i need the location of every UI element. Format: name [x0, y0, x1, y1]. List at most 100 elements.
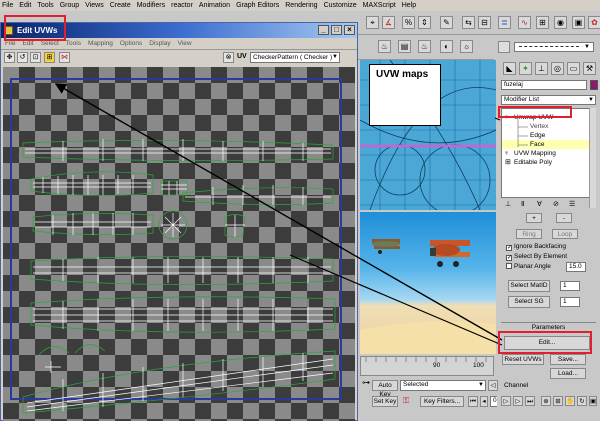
step-back-icon[interactable]: ◂: [480, 396, 488, 407]
next-frame-icon[interactable]: ▷: [513, 396, 523, 406]
play-icon[interactable]: ▷: [501, 396, 511, 406]
camera-icon[interactable]: ◐: [440, 40, 453, 53]
schematic-view-icon[interactable]: ⊞: [536, 16, 549, 29]
make-unique-icon[interactable]: ∀: [537, 200, 542, 208]
uvw-menu-edit[interactable]: Edit: [22, 40, 33, 47]
uvw-menu-tools[interactable]: Tools: [66, 40, 81, 47]
menu-maxscript[interactable]: MAXScript: [363, 2, 396, 9]
menu-file[interactable]: File: [2, 2, 13, 9]
close-icon[interactable]: ×: [344, 25, 355, 35]
uvw-menu-mapping[interactable]: Mapping: [88, 40, 113, 47]
motion-tab-icon[interactable]: ◎: [551, 62, 564, 75]
perspective-viewport[interactable]: [360, 212, 496, 354]
menu-reactor[interactable]: reactor: [171, 2, 193, 9]
uvw-menu-file[interactable]: File: [5, 40, 15, 47]
key-filters-button[interactable]: Key Filters...: [420, 396, 464, 407]
display-tab-icon[interactable]: ▭: [567, 62, 580, 75]
planar-angle-input[interactable]: 15.0: [566, 262, 586, 272]
menu-group[interactable]: Group: [60, 2, 79, 9]
render-setup-icon[interactable]: ▣: [572, 16, 585, 29]
channel-rollout-header[interactable]: Channel: [504, 382, 594, 392]
modifier-list-dropdown[interactable]: Modifier List ▼: [501, 95, 596, 105]
load-uvws-button[interactable]: Load...: [550, 368, 586, 379]
light-icon[interactable]: ☼: [460, 40, 473, 53]
freeform-icon[interactable]: ⊞: [44, 52, 55, 63]
uvw-menu-options[interactable]: Options: [120, 40, 142, 47]
uvw-menu-display[interactable]: Display: [149, 40, 170, 47]
auto-key-button[interactable]: Auto Key: [372, 380, 398, 398]
maximize-viewport-icon[interactable]: ▣: [589, 396, 597, 406]
prev-frame-icon[interactable]: ◁: [488, 380, 498, 391]
selection-set-dropdown[interactable]: Selected ▼: [400, 380, 486, 391]
select-matid-button[interactable]: Select MatID: [508, 280, 550, 292]
show-end-result-icon[interactable]: Ⅱ: [521, 200, 524, 208]
rotate-icon[interactable]: ↺: [17, 52, 28, 63]
time-slider[interactable]: 90 100: [360, 356, 494, 376]
named-selection-icon[interactable]: ✎: [440, 16, 453, 29]
key-icon[interactable]: ⚿: [403, 396, 415, 407]
percent-snap-icon[interactable]: %: [402, 16, 415, 29]
stack-item-uvw-mapping[interactable]: ♀ UVW Mapping: [502, 149, 595, 158]
reset-uvws-button[interactable]: Reset UVWs: [502, 354, 544, 365]
key-mode-icon[interactable]: ⊶: [362, 378, 370, 390]
menu-graph-editors[interactable]: Graph Editors: [236, 2, 279, 9]
modify-tab-icon[interactable]: ◣: [503, 62, 516, 75]
quick-render-icon[interactable]: ✿: [588, 16, 600, 29]
menu-rendering[interactable]: Rendering: [285, 2, 317, 9]
mirror-uv-icon[interactable]: ⋈: [59, 52, 70, 63]
menu-modifiers[interactable]: Modifiers: [137, 2, 165, 9]
object-color-swatch[interactable]: [590, 80, 598, 90]
layer-manager-icon[interactable]: ≣: [498, 16, 511, 29]
menu-help[interactable]: Help: [402, 2, 416, 9]
object-name-field[interactable]: fuzelaj: [501, 80, 587, 90]
scale-icon[interactable]: ⊡: [30, 52, 41, 63]
menu-tools[interactable]: Tools: [37, 2, 53, 9]
loop-button[interactable]: Loop: [552, 229, 578, 239]
material-editor-icon[interactable]: ◉: [554, 16, 567, 29]
align-icon[interactable]: ⊟: [478, 16, 491, 29]
menu-customize[interactable]: Customize: [324, 2, 357, 9]
go-to-start-icon[interactable]: ⏮: [468, 396, 478, 407]
remove-modifier-icon[interactable]: ⊘: [553, 200, 559, 208]
ignore-backfacing-checkbox[interactable]: ✓ Ignore Backfacing: [506, 243, 566, 251]
create-tab-icon[interactable]: ✦: [519, 62, 532, 75]
utilities-tab-icon[interactable]: ⚒: [583, 62, 596, 75]
stack-item-editable-poly[interactable]: ⊞ Editable Poly: [502, 158, 595, 167]
dotted-line-icon[interactable]: [498, 41, 510, 53]
mirror-icon[interactable]: ⇆: [462, 16, 475, 29]
zoom-all-icon[interactable]: ⊞: [553, 396, 563, 406]
pan-icon[interactable]: ✋: [565, 396, 575, 406]
ring-button[interactable]: Ring: [516, 229, 542, 239]
menu-views[interactable]: Views: [85, 2, 104, 9]
angle-snap-icon[interactable]: ∡: [382, 16, 395, 29]
grow-button[interactable]: +: [526, 213, 542, 223]
menu-edit[interactable]: Edit: [19, 2, 31, 9]
move-icon[interactable]: ✥: [4, 52, 15, 63]
command-panel-scrollbar[interactable]: [589, 108, 596, 208]
curve-editor-icon[interactable]: ∿: [518, 16, 531, 29]
select-by-element-checkbox[interactable]: ✓ Select By Element: [506, 253, 567, 261]
uvw-menu-select[interactable]: Select: [41, 40, 59, 47]
pin-stack-icon[interactable]: ⊥: [505, 200, 511, 208]
snap-toggle-icon[interactable]: ⌖: [366, 16, 379, 29]
hierarchy-tab-icon[interactable]: ⊥: [535, 62, 548, 75]
uv-editor-canvas[interactable]: [3, 67, 355, 421]
go-to-end-icon[interactable]: ⏭: [525, 396, 535, 406]
expand-plus-icon[interactable]: ⊞: [505, 158, 511, 167]
menu-animation[interactable]: Animation: [199, 2, 230, 9]
menu-create[interactable]: Create: [110, 2, 131, 9]
sg-input[interactable]: 1: [560, 297, 580, 307]
zoom-icon[interactable]: ⊕: [541, 396, 551, 406]
texture-dropdown[interactable]: CheckerPattern ( Checker ) ▼: [250, 52, 340, 63]
set-key-button[interactable]: Set Key: [372, 396, 398, 407]
arc-rotate-icon[interactable]: ↻: [577, 396, 587, 406]
render-type-icon[interactable]: ▤: [398, 40, 411, 53]
lightbulb-icon[interactable]: ♀: [504, 149, 509, 158]
configure-sets-icon[interactable]: ☰: [569, 200, 575, 208]
spinner-snap-icon[interactable]: ⇕: [418, 16, 431, 29]
texture-icon[interactable]: ⊗: [223, 52, 234, 63]
line-type-dropdown[interactable]: ▼: [514, 42, 594, 52]
select-sg-button[interactable]: Select SG: [508, 296, 550, 308]
shrink-button[interactable]: -: [556, 213, 572, 223]
maximize-icon[interactable]: □: [331, 25, 342, 35]
